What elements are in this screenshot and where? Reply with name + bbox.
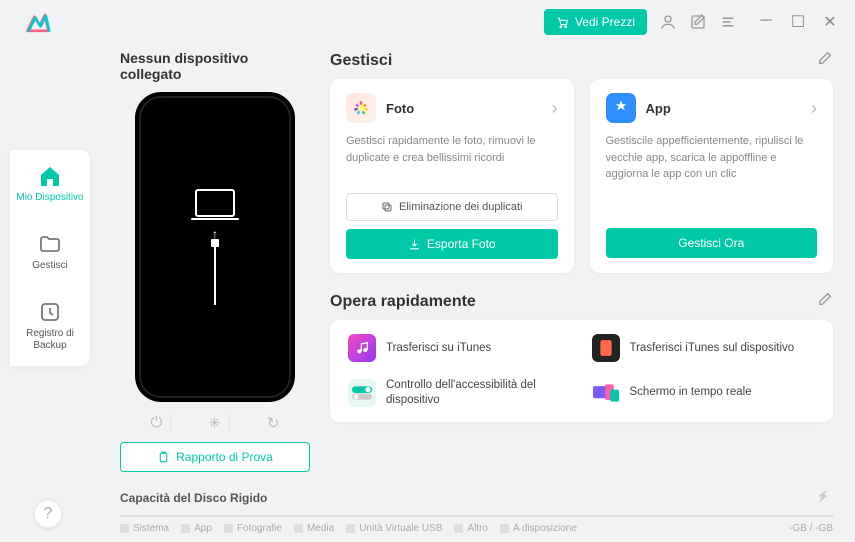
legend-available: A disposizione (500, 523, 577, 534)
titlebar: Vedi Prezzi ─ ☐ ✕ (0, 0, 855, 44)
refresh-icon[interactable]: ↻ (259, 414, 288, 432)
edit-icon[interactable] (817, 291, 833, 312)
manage-section-title: Gestisci (330, 52, 392, 70)
clipboard-icon (157, 451, 170, 464)
card-photos-header[interactable]: Foto › (346, 93, 558, 123)
disk-bar (120, 515, 833, 517)
disk-values: -GB / -GB (789, 523, 833, 534)
remove-duplicates-label: Eliminazione dei duplicati (399, 201, 523, 213)
card-apps-header[interactable]: App › (606, 93, 818, 123)
sidebar: Mio Dispositivo Gestisci Registro di Bac… (10, 150, 90, 366)
sidebar-item-backup-log[interactable]: Registro di Backup (10, 300, 90, 352)
quick-section-title: Opera rapidamente (330, 293, 476, 311)
legend-media: Media (294, 523, 334, 534)
legend-app: App (181, 523, 212, 534)
home-icon (38, 164, 62, 188)
card-apps: App › Gestiscile appefficientemente, rip… (590, 79, 834, 273)
trial-report-button[interactable]: Rapporto di Prova (120, 442, 310, 472)
export-photos-button[interactable]: Esporta Foto (346, 229, 558, 259)
download-icon (408, 238, 421, 251)
phone-illustration: ↑ (135, 92, 295, 402)
broom-icon[interactable] (813, 486, 833, 509)
duplicates-icon (381, 201, 393, 213)
toggle-icon (348, 379, 376, 407)
card-apps-title: App (646, 101, 671, 116)
trial-report-label: Rapporto di Prova (176, 450, 273, 464)
photos-icon (346, 93, 376, 123)
loading-icon[interactable]: ✳ (200, 414, 230, 432)
cart-icon (556, 16, 569, 29)
minimize-button[interactable]: ─ (757, 12, 775, 32)
disk-capacity-section: Capacità del Disco Rigido Sistema App Fo… (120, 486, 833, 534)
sidebar-item-label: Gestisci (32, 260, 68, 272)
phone-icon (592, 334, 620, 362)
disk-legend: Sistema App Fotografie Media Unità Virtu… (120, 523, 833, 534)
sidebar-item-label: Mio Dispositivo (16, 192, 83, 204)
disk-title: Capacità del Disco Rigido (120, 491, 267, 505)
cable-icon (214, 245, 216, 305)
quick-item-label: Controllo dell'accessibilità del disposi… (386, 378, 572, 408)
card-photos-title: Foto (386, 101, 414, 116)
app-logo (24, 8, 52, 36)
feedback-icon[interactable] (689, 13, 707, 31)
device-controls: ⏻ ✳ ↻ (128, 414, 302, 432)
sidebar-item-label: Registro di Backup (10, 328, 90, 352)
menu-icon[interactable] (719, 13, 737, 31)
sidebar-item-manage[interactable]: Gestisci (32, 232, 68, 272)
quick-transfer-to-itunes[interactable]: Trasferisci su iTunes (348, 334, 572, 362)
laptop-icon (195, 189, 235, 217)
legend-other: Altro (454, 523, 488, 534)
legend-system: Sistema (120, 523, 169, 534)
apps-icon (606, 93, 636, 123)
sidebar-item-my-device[interactable]: Mio Dispositivo (16, 164, 83, 204)
account-icon[interactable] (659, 13, 677, 31)
itunes-icon (348, 334, 376, 362)
quick-item-label: Schermo in tempo reale (630, 385, 752, 400)
close-button[interactable]: ✕ (821, 12, 839, 32)
maximize-button[interactable]: ☐ (789, 12, 807, 32)
chevron-right-icon: › (552, 98, 558, 119)
device-status-title: Nessun dispositivo collegato (120, 50, 310, 82)
folder-icon (38, 232, 62, 256)
window-controls: ─ ☐ ✕ (757, 12, 839, 32)
legend-usb: Unità Virtuale USB (346, 523, 442, 534)
manage-apps-label: Gestisci Ora (678, 236, 744, 250)
quick-transfer-itunes-to-device[interactable]: Trasferisci iTunes sul dispositivo (592, 334, 816, 362)
quick-realtime-screen[interactable]: Schermo in tempo reale (592, 378, 816, 408)
export-photos-label: Esporta Foto (427, 237, 496, 251)
manage-apps-button[interactable]: Gestisci Ora (606, 228, 818, 258)
price-button-label: Vedi Prezzi (575, 15, 635, 29)
quick-accessibility-check[interactable]: Controllo dell'accessibilità del disposi… (348, 378, 572, 408)
device-panel: Nessun dispositivo collegato ↑ ⏻ ✳ ↻ Rap… (120, 50, 310, 472)
backup-icon (38, 300, 62, 324)
chevron-right-icon: › (811, 98, 817, 119)
power-icon[interactable]: ⏻ (142, 414, 171, 432)
main-content: Nessun dispositivo collegato ↑ ⏻ ✳ ↻ Rap… (120, 50, 833, 530)
quick-item-label: Trasferisci su iTunes (386, 341, 491, 356)
quick-item-label: Trasferisci iTunes sul dispositivo (630, 341, 795, 356)
card-apps-desc: Gestiscile appefficientemente, ripulisci… (606, 133, 818, 183)
legend-photos: Fotografie (224, 523, 282, 534)
edit-icon[interactable] (817, 50, 833, 71)
card-photos: Foto › Gestisci rapidamente le foto, rim… (330, 79, 574, 273)
card-photos-desc: Gestisci rapidamente le foto, rimuovi le… (346, 133, 558, 179)
devices-icon (592, 379, 620, 407)
remove-duplicates-button[interactable]: Eliminazione dei duplicati (346, 193, 558, 221)
help-button[interactable]: ? (34, 500, 62, 528)
price-button[interactable]: Vedi Prezzi (544, 9, 647, 35)
